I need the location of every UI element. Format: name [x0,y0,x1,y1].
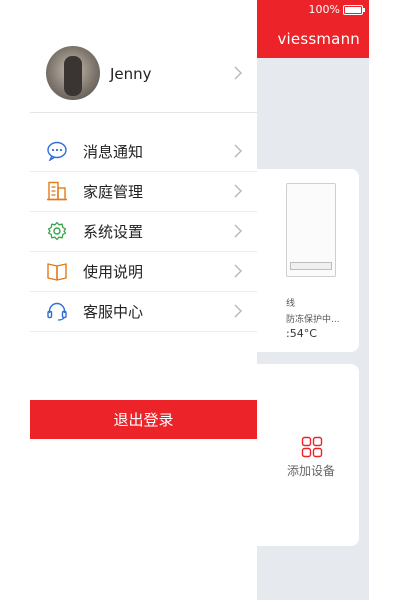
menu-item-label: 使用说明 [83,263,144,281]
device-temperature: :54°C [286,327,317,340]
chevron-right-icon [234,66,242,80]
device-card[interactable]: 线 防冻保护中... :54°C [248,169,359,352]
menu-item-user-guide[interactable]: 使用说明 [30,252,257,292]
menu-item-label: 系统设置 [83,223,144,241]
menu-item-label: 家庭管理 [83,183,144,201]
headset-icon [47,302,67,321]
home-management-icon [47,181,67,201]
chevron-right-icon [234,184,242,198]
menu-item-label: 消息通知 [83,143,144,161]
brand-title: viessmann [277,30,360,48]
chevron-right-icon [234,304,242,318]
device-mode: 防冻保护中... [286,315,340,325]
battery-percentage: 100% [308,3,340,16]
chevron-right-icon [234,144,242,158]
book-icon [47,263,67,281]
device-status: 线 [286,299,296,309]
add-device-card[interactable]: 添加设备 [248,364,359,546]
drawer-menu: 消息通知 家庭管理 系统设置 使用说明 客服中心 [30,132,257,332]
message-bubble-icon [47,141,67,161]
add-device-label: 添加设备 [287,464,336,478]
logout-button[interactable]: 退出登录 [30,400,257,439]
divider [30,112,257,113]
menu-item-customer-service[interactable]: 客服中心 [30,292,257,332]
user-name: Jenny [110,65,152,83]
menu-item-home-management[interactable]: 家庭管理 [30,172,257,212]
settings-gear-icon [47,221,67,241]
side-drawer: Jenny 消息通知 家庭管理 系统设置 使用说明 客服中心 退出登录 [0,0,257,600]
chevron-right-icon [234,224,242,238]
menu-item-system-settings[interactable]: 系统设置 [30,212,257,252]
battery-icon [343,5,365,15]
grid-add-icon [301,436,323,458]
menu-item-messages[interactable]: 消息通知 [30,132,257,172]
boiler-image [286,183,336,277]
user-profile-row[interactable]: Jenny [30,0,257,112]
chevron-right-icon [234,264,242,278]
menu-item-label: 客服中心 [83,303,144,321]
avatar [46,46,100,100]
